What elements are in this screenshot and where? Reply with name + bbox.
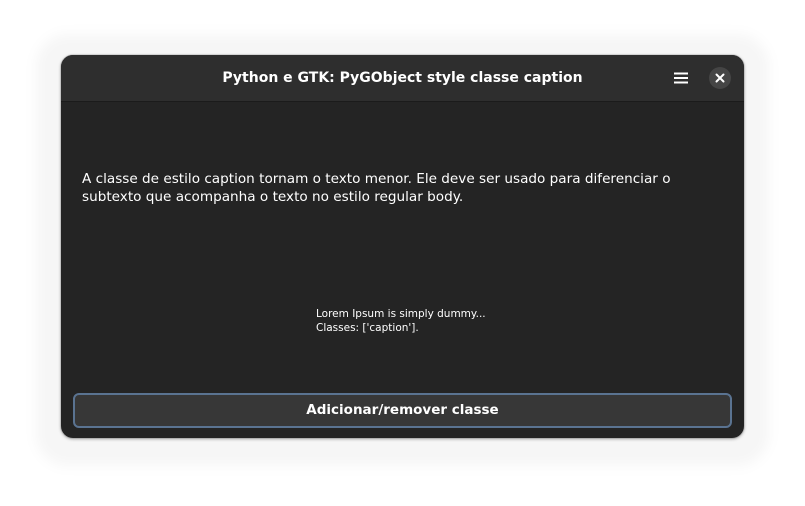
window-title: Python e GTK: PyGObject style classe cap… (222, 70, 583, 86)
close-icon (715, 73, 725, 83)
caption-sample: Lorem Ipsum is simply dummy... Classes: … (316, 307, 486, 335)
header-bar: Python e GTK: PyGObject style classe cap… (61, 55, 744, 102)
hamburger-menu-icon (674, 72, 688, 84)
description-text: A classe de estilo caption tornam o text… (82, 171, 671, 205)
main-menu-button[interactable] (667, 65, 695, 91)
sample-text: Lorem Ipsum is simply dummy... (316, 308, 486, 320)
app-window: Python e GTK: PyGObject style classe cap… (61, 55, 744, 438)
classes-text: Classes: ['caption']. (316, 322, 419, 334)
toggle-class-button[interactable]: Adicionar/remover classe (73, 393, 732, 428)
close-button[interactable] (709, 67, 731, 89)
